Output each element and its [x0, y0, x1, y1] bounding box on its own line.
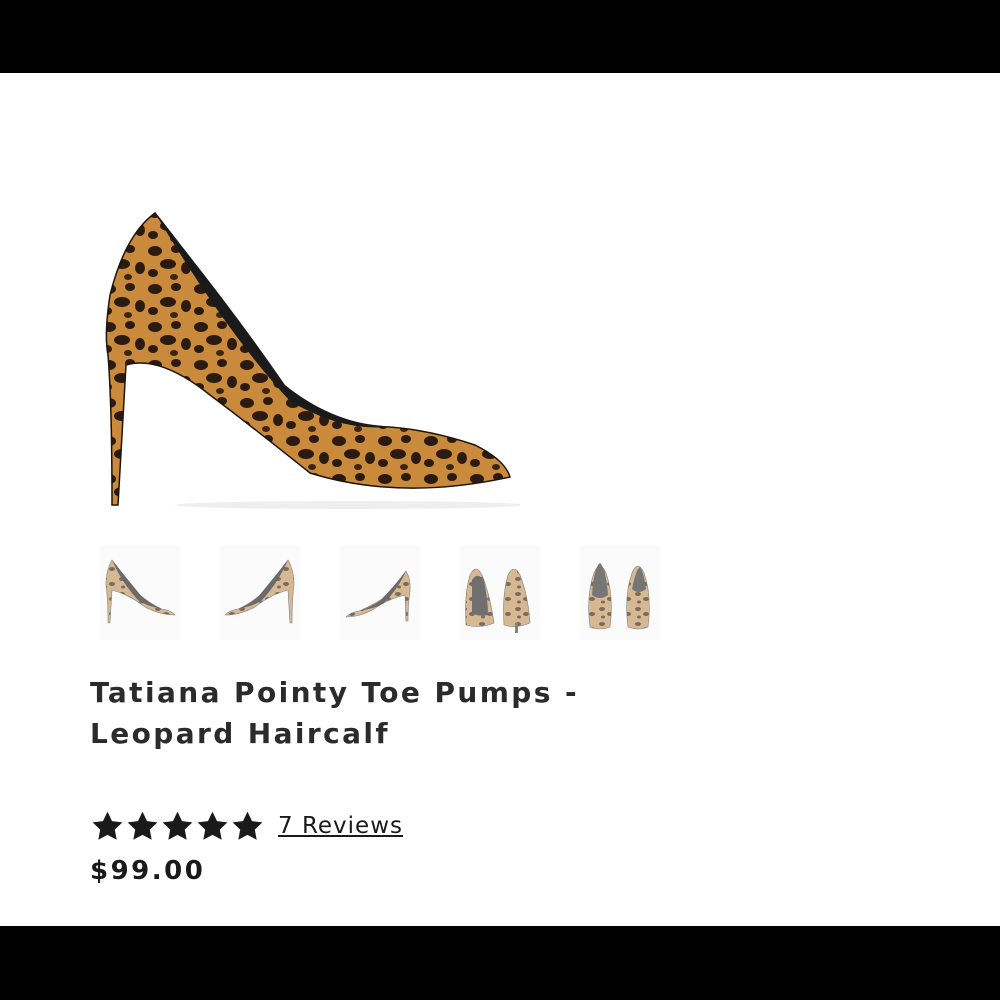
product-title-line1: Tatiana Pointy Toe Pumps - [90, 676, 579, 709]
pump-side-right-thumbnail [224, 559, 295, 624]
main-product-image[interactable] [100, 205, 520, 515]
thumbnail-strip [100, 545, 660, 645]
thumbnail-5[interactable] [580, 545, 660, 640]
pump-side-left-thumbnail [105, 559, 176, 624]
thumbnail-2[interactable] [220, 545, 300, 640]
product-rating: 7 Reviews [90, 806, 403, 846]
pump-front-pair-thumbnail [588, 563, 650, 630]
reviews-link[interactable]: 7 Reviews [278, 813, 403, 839]
thumbnail-3[interactable] [340, 545, 420, 640]
leopard-pump-illustration [105, 211, 520, 509]
rating-stars [90, 809, 265, 844]
thumbnail-4[interactable] [460, 545, 540, 640]
pump-side-right-alt-thumbnail [345, 570, 411, 622]
top-black-bar [0, 0, 1000, 73]
product-title-line2: Leopard Haircalf [90, 717, 391, 750]
star-icon [232, 811, 263, 840]
star-icon [92, 811, 123, 840]
star-icon [127, 811, 158, 840]
star-icon [162, 811, 193, 840]
pump-back-pair-thumbnail [465, 568, 531, 633]
bottom-black-bar [0, 926, 1000, 1000]
star-icon [197, 811, 228, 840]
product-title: Tatiana Pointy Toe Pumps - Leopard Hairc… [90, 672, 650, 754]
product-price: $99.00 [90, 856, 206, 886]
thumbnail-1[interactable] [100, 545, 180, 640]
